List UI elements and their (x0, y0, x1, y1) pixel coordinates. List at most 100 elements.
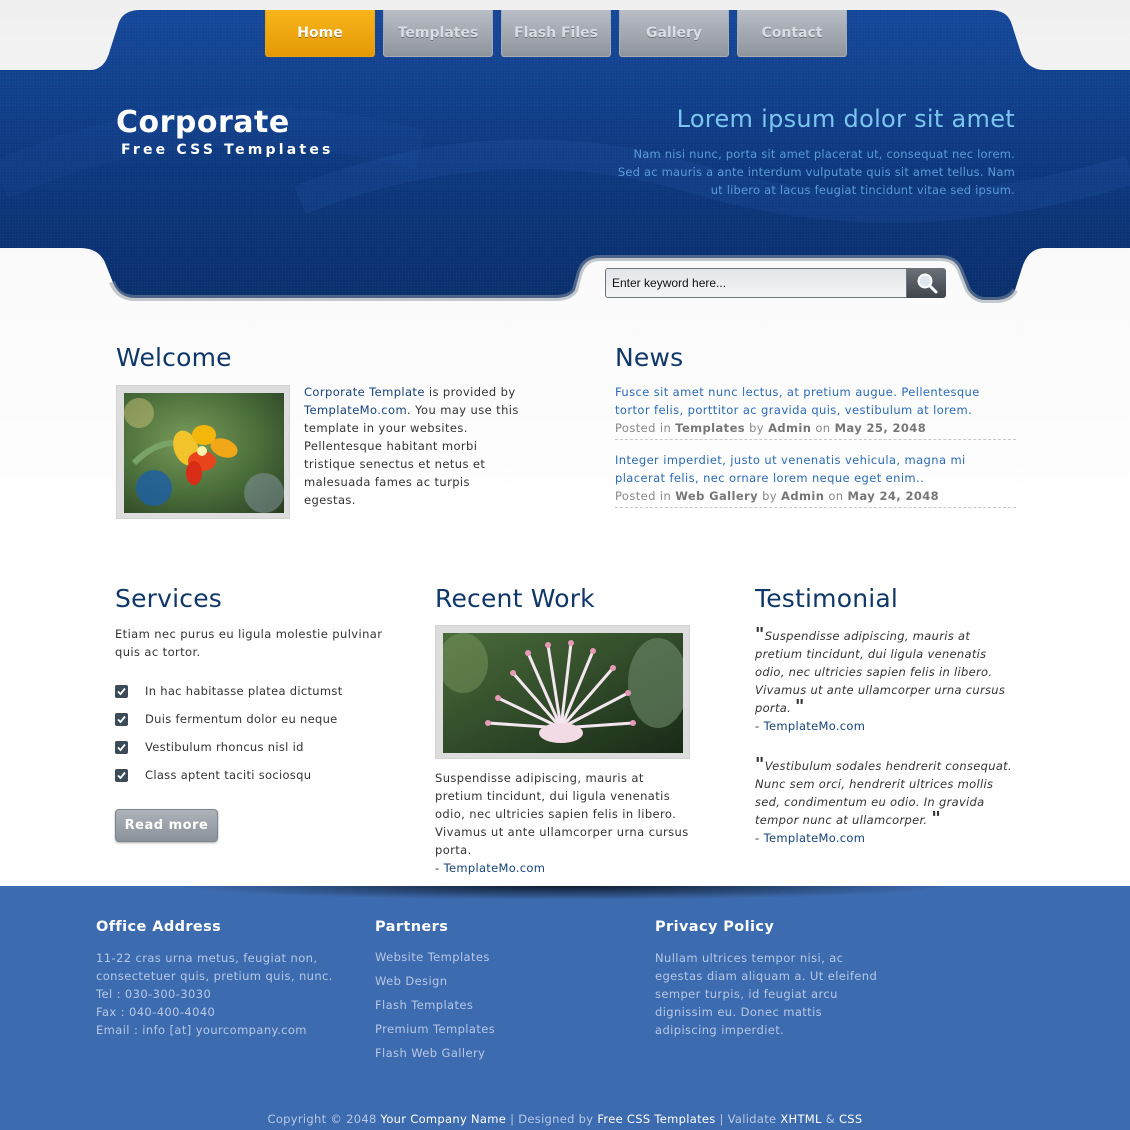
recent-work-title: Recent Work (435, 584, 595, 613)
meta-label: on (815, 421, 831, 435)
news-section: News Fusce sit amet nunc lectus, at pret… (615, 343, 1016, 508)
office-address: 11-22 cras urna metus, feugiat non, cons… (96, 949, 336, 1039)
testimonial-link[interactable]: TemplateMo.com (764, 719, 866, 733)
news-item-text[interactable]: Fusce sit amet nunc lectus, at pretium a… (615, 383, 1016, 419)
address-line: 11-22 cras urna metus, feugiat non, (96, 951, 318, 965)
tagline-text: Nam nisi nunc, porta sit amet placerat u… (595, 145, 1015, 199)
news-date: May 24, 2048 (847, 489, 940, 503)
news-category[interactable]: Web Gallery (675, 489, 758, 503)
welcome-title: Welcome (116, 343, 232, 372)
testimonial-quote: "Vestibulum sodales hendrerit consequat.… (755, 754, 1015, 829)
tagline-title: Lorem ipsum dolor sit amet (676, 105, 1015, 133)
search-input[interactable] (605, 268, 907, 298)
news-title: News (615, 343, 684, 372)
footer: Office Address 11-22 cras urna metus, fe… (0, 886, 1130, 1130)
service-label: Duis fermentum dolor eu neque (145, 712, 338, 726)
nav-templates[interactable]: Templates (383, 10, 493, 57)
footer-office: Office Address 11-22 cras urna metus, fe… (96, 919, 336, 1039)
footer-privacy: Privacy Policy Nullam ultrices tempor ni… (655, 919, 885, 1039)
testimonial-quote: "Suspendisse adipiscing, mauris at preti… (755, 624, 1015, 717)
company-link[interactable]: Your Company Name (381, 1112, 507, 1126)
welcome-image (116, 385, 290, 519)
footer-shadow (180, 886, 950, 900)
list-item: Duis fermentum dolor eu neque (115, 705, 395, 733)
news-item: Integer imperdiet, justo ut venenatis ve… (615, 451, 1016, 508)
testimonial-source: - TemplateMo.com (755, 829, 1015, 847)
copyright-text: & (821, 1112, 839, 1126)
nav-contact[interactable]: Contact (737, 10, 847, 57)
services-intro: Etiam nec purus eu ligula molestie pulvi… (115, 627, 383, 659)
meta-label: on (828, 489, 844, 503)
testimonial-item: "Suspendisse adipiscing, mauris at preti… (755, 624, 1015, 735)
email-line: Email : info [at] yourcompany.com (96, 1023, 307, 1037)
quote-text: Suspendisse adipiscing, mauris at pretiu… (755, 629, 1006, 715)
testimonial-source: - TemplateMo.com (755, 717, 1015, 735)
list-item: Class aptent taciti sociosqu (115, 761, 395, 789)
page: Home Templates Flash Files Gallery Conta… (0, 0, 1130, 1130)
meta-label: Posted in (615, 489, 672, 503)
search-button[interactable] (907, 268, 946, 298)
list-item: In hac habitasse platea dictumst (115, 677, 395, 705)
css-link[interactable]: CSS (839, 1112, 863, 1126)
checkbox-icon (115, 740, 128, 754)
services-list: In hac habitasse platea dictumst Duis fe… (115, 677, 395, 789)
nav-home[interactable]: Home (265, 10, 375, 57)
copyright-text: | Validate (715, 1112, 781, 1126)
partners-list: Website Templates Web Design Flash Templ… (375, 945, 575, 1065)
credit-dash: - (435, 861, 444, 875)
welcome-link-templatemo[interactable]: TemplateMo.com (304, 403, 407, 417)
flower-image (124, 393, 284, 513)
news-category[interactable]: Templates (675, 421, 745, 435)
testimonial-item: "Vestibulum sodales hendrerit consequat.… (755, 754, 1015, 847)
welcome-text-part: is provided by (424, 385, 516, 399)
meta-label: by (762, 489, 777, 503)
welcome-link-template[interactable]: Corporate Template (304, 385, 425, 399)
footer-office-title: Office Address (96, 919, 222, 935)
copyright: Copyright © 2048 Your Company Name | Des… (0, 1112, 1130, 1126)
nav-gallery[interactable]: Gallery (619, 10, 729, 57)
news-item-meta: Posted in Templates by Admin on May 25, … (615, 419, 1016, 437)
xhtml-link[interactable]: XHTML (780, 1112, 821, 1126)
services-title: Services (115, 584, 223, 613)
nav-flash-files[interactable]: Flash Files (501, 10, 611, 57)
recent-work-link[interactable]: TemplateMo.com (444, 861, 546, 875)
meta-label: Posted in (615, 421, 672, 435)
open-quote-icon: " (755, 754, 765, 775)
tagline-line: ut libero at lacus feugiat tincidunt vit… (710, 183, 1015, 197)
close-quote-icon: " (795, 696, 805, 717)
main-nav: Home Templates Flash Files Gallery Conta… (265, 10, 847, 57)
copyright-text: | Designed by (506, 1112, 598, 1126)
checkbox-icon (115, 712, 128, 726)
recent-work-credit: - TemplateMo.com (435, 859, 695, 877)
read-more-button[interactable]: Read more (115, 809, 218, 842)
credit-dash: - (755, 719, 764, 733)
partner-link[interactable]: Flash Templates (375, 993, 575, 1017)
checkbox-icon (115, 768, 128, 782)
site-logo[interactable]: Corporate Free CSS Templates (116, 105, 334, 158)
logo-title: Corporate (116, 105, 290, 140)
testimonial-link[interactable]: TemplateMo.com (764, 831, 866, 845)
list-item: Vestibulum rhoncus nisl id (115, 733, 395, 761)
designer-link[interactable]: Free CSS Templates (597, 1112, 715, 1126)
partner-link[interactable]: Website Templates (375, 945, 575, 969)
news-author[interactable]: Admin (768, 421, 811, 435)
credit-dash: - (755, 831, 764, 845)
tagline-line: Sed ac mauris a ante interdum vulputate … (617, 165, 1015, 179)
open-quote-icon: " (755, 624, 765, 645)
welcome-text: Corporate Template is provided by Templa… (304, 383, 519, 509)
welcome-section: Welcome Corporate Template is provided b… (116, 343, 518, 519)
welcome-text-part: . You may use this template in your webs… (304, 403, 519, 507)
news-author[interactable]: Admin (781, 489, 824, 503)
recent-work-image[interactable] (435, 625, 690, 759)
news-item-text[interactable]: Integer imperdiet, justo ut venenatis ve… (615, 451, 1016, 487)
partner-link[interactable]: Web Design (375, 969, 575, 993)
partner-link[interactable]: Premium Templates (375, 1017, 575, 1041)
news-item: Fusce sit amet nunc lectus, at pretium a… (615, 383, 1016, 440)
testimonial-section: Testimonial "Suspendisse adipiscing, mau… (755, 584, 1015, 847)
copyright-text: Copyright © 2048 (267, 1112, 381, 1126)
privacy-text: Nullam ultrices tempor nisi, ac egestas … (655, 951, 878, 1037)
address-line: consectetuer quis, pretium quis, nunc. (96, 969, 333, 983)
news-date: May 25, 2048 (834, 421, 927, 435)
phone-line: Tel : 030-300-3030 (96, 987, 212, 1001)
partner-link[interactable]: Flash Web Gallery (375, 1041, 575, 1065)
